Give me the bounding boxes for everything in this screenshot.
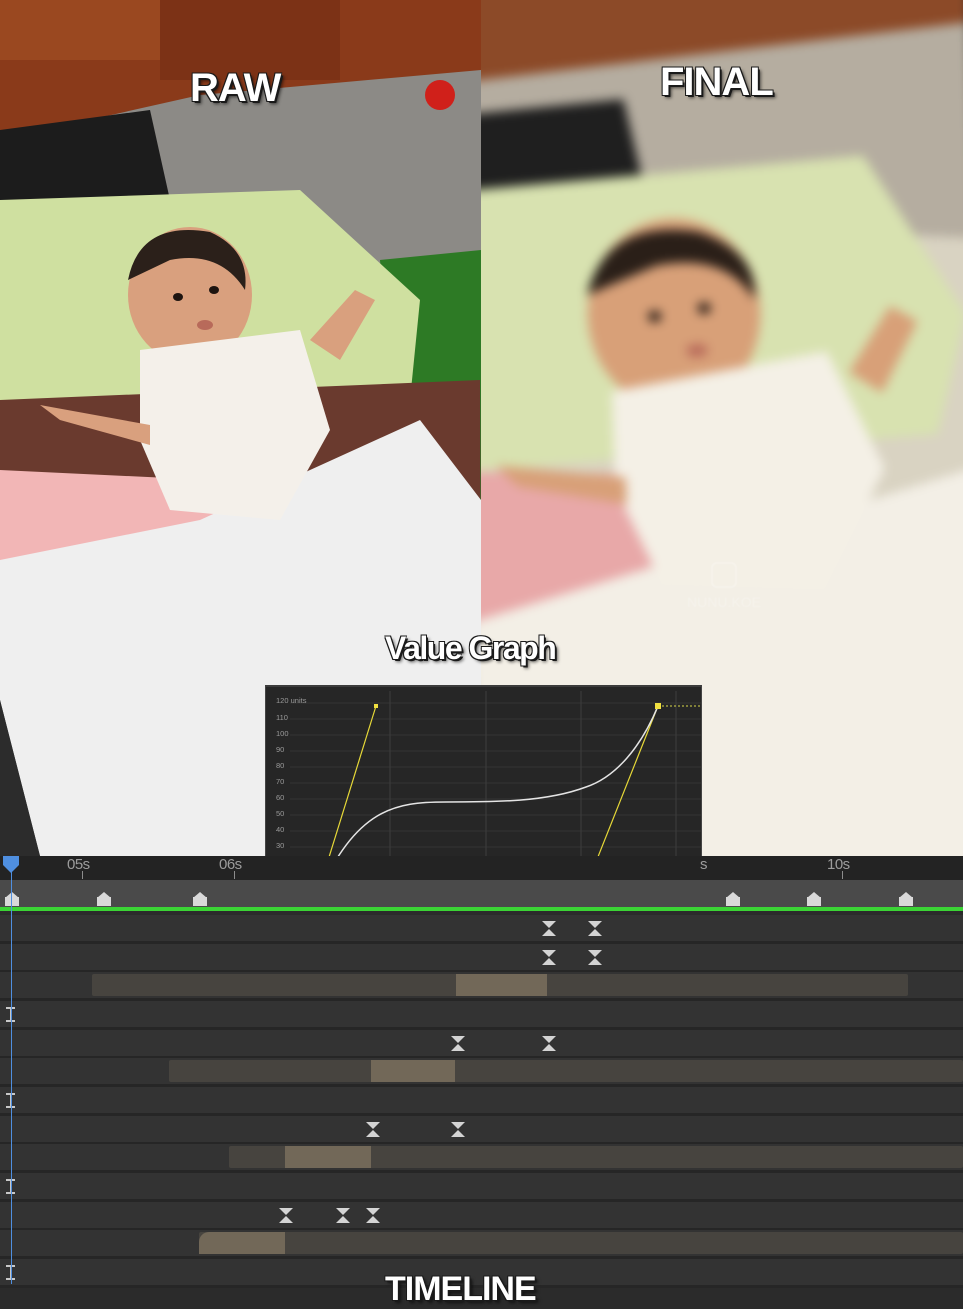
ruler-tick — [82, 871, 83, 879]
ruler-tick — [234, 871, 235, 879]
timeline-title: TIMELINE — [385, 1270, 537, 1308]
track-row[interactable] — [0, 1030, 963, 1059]
ruler-label: 06s — [219, 856, 242, 873]
final-label: FINAL — [660, 60, 774, 104]
layer-clip[interactable] — [169, 1060, 963, 1082]
y-tick-label: 70 — [276, 777, 284, 786]
timeline-tracks — [0, 911, 963, 1288]
layer-clip[interactable] — [199, 1232, 963, 1254]
marker-icon[interactable] — [807, 892, 821, 906]
track-row[interactable] — [0, 1087, 963, 1116]
bezier-handle-point[interactable] — [374, 704, 378, 708]
track-row[interactable] — [0, 1173, 963, 1202]
keyframe-icon[interactable] — [279, 1208, 293, 1223]
keyframe-icon[interactable] — [542, 921, 556, 936]
ruler-label: s — [700, 856, 708, 873]
clip-segment[interactable] — [199, 1232, 285, 1254]
track-row[interactable] — [0, 915, 963, 944]
graph-grid — [290, 702, 701, 880]
work-area-bar[interactable] — [0, 880, 963, 908]
track-row[interactable] — [0, 972, 963, 1001]
marker-icon[interactable] — [97, 892, 111, 906]
track-row[interactable] — [0, 944, 963, 973]
playhead-line[interactable] — [11, 872, 12, 1284]
ruler-label: 05s — [67, 856, 90, 873]
ruler-label: 10s — [827, 856, 850, 873]
track-row[interactable] — [0, 1058, 963, 1087]
ruler-tick — [842, 871, 843, 879]
track-row[interactable] — [0, 1230, 963, 1259]
watermark: NUNU.KOE — [684, 562, 764, 610]
y-tick-label: 100 — [276, 729, 289, 738]
keyframe-icon[interactable] — [451, 1122, 465, 1137]
keyframe-icon[interactable] — [588, 921, 602, 936]
y-tick-label: 60 — [276, 793, 284, 802]
keyframe-icon[interactable] — [366, 1208, 380, 1223]
camera-icon — [711, 562, 737, 588]
clip-segment[interactable] — [285, 1146, 371, 1168]
marker-icon[interactable] — [726, 892, 740, 906]
keyframe-icon[interactable] — [588, 950, 602, 965]
time-ruler[interactable]: 05s 06s s 10s — [0, 856, 963, 880]
y-tick-label: 30 — [276, 841, 284, 850]
keyframe-icon[interactable] — [451, 1036, 465, 1051]
y-tick-label: 110 — [276, 713, 288, 722]
marker-icon[interactable] — [899, 892, 913, 906]
playhead-icon[interactable] — [3, 856, 19, 873]
marker-icon[interactable] — [193, 892, 207, 906]
track-row[interactable] — [0, 1202, 963, 1231]
track-row[interactable] — [0, 1144, 963, 1173]
watermark-text: NUNU.KOE — [687, 594, 761, 610]
clip-segment[interactable] — [456, 974, 547, 996]
keyframe-icon[interactable] — [366, 1122, 380, 1137]
y-tick-label: 90 — [276, 745, 284, 754]
keyframe-icon[interactable] — [336, 1208, 350, 1223]
marker-icon[interactable] — [5, 892, 19, 906]
track-row[interactable] — [0, 1116, 963, 1145]
y-tick-label: 50 — [276, 809, 284, 818]
y-tick-label: 80 — [276, 761, 284, 770]
clip-segment[interactable] — [371, 1060, 455, 1082]
raw-label: RAW — [190, 66, 281, 110]
value-graph-title: Value Graph — [385, 630, 557, 666]
track-row[interactable] — [0, 1001, 963, 1030]
keyframe-point[interactable] — [655, 703, 661, 709]
keyframe-icon[interactable] — [542, 950, 556, 965]
keyframe-icon[interactable] — [542, 1036, 556, 1051]
y-tick-label: 40 — [276, 825, 284, 834]
y-axis-top-label: 120 units — [276, 696, 307, 705]
